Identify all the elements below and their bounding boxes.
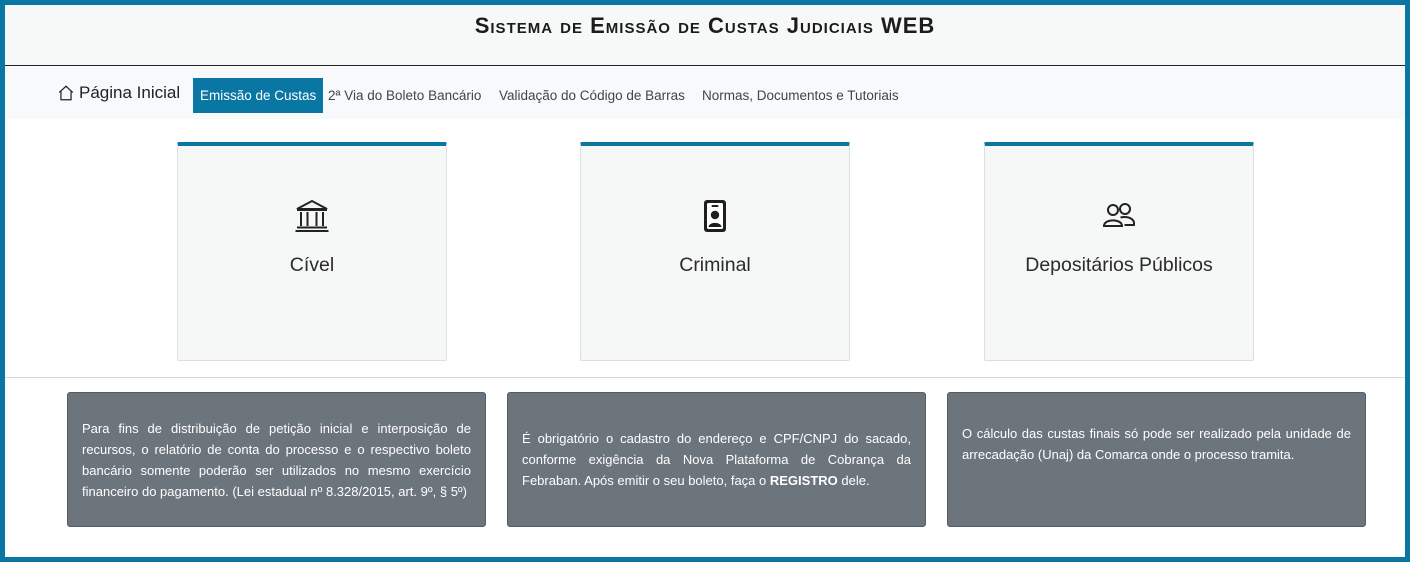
notice-cadastro-text-after: dele. (837, 473, 870, 488)
nav-home-label: Página Inicial (79, 83, 181, 102)
house-icon (57, 84, 75, 102)
notice-cadastro-bold: REGISTRO (769, 473, 838, 488)
section-divider (5, 377, 1405, 378)
person-badge-icon (581, 198, 849, 234)
nav-home-link[interactable]: Página Inicial (57, 81, 180, 105)
card-depositarios-publicos[interactable]: Depositários Públicos (984, 142, 1254, 361)
notice-cadastro-text: É obrigatório o cadastro do endereço e C… (522, 428, 911, 491)
notice-cadastro-cpf: É obrigatório o cadastro do endereço e C… (507, 392, 926, 527)
main-navbar: Página Inicial Emissão de Custas 2ª Via … (5, 67, 1405, 119)
card-civel[interactable]: Cível (177, 142, 447, 361)
people-icon (985, 198, 1253, 234)
nav-item-emissao-de-custas[interactable]: Emissão de Custas (193, 78, 324, 113)
page-title: Sistema de Emissão de Custas Judiciais W… (474, 13, 936, 38)
notice-calculo-custas: O cálculo das custas finais só pode ser … (947, 392, 1366, 527)
bank-icon (178, 198, 446, 234)
nav-item-validacao-codigo-barras[interactable]: Validação do Código de Barras (499, 78, 685, 113)
card-criminal[interactable]: Criminal (580, 142, 850, 361)
card-civel-label: Cível (289, 254, 335, 276)
notice-distribuicao-text: Para fins de distribuição de petição ini… (82, 420, 471, 499)
notice-calculo-text: O cálculo das custas finais só pode ser … (962, 425, 1351, 462)
nav-item-segunda-via-boleto[interactable]: 2ª Via do Boleto Bancário (328, 78, 481, 113)
card-depositarios-label: Depositários Públicos (1025, 254, 1213, 276)
card-criminal-label: Criminal (679, 254, 751, 276)
app-frame: Sistema de Emissão de Custas Judiciais W… (0, 0, 1410, 562)
notice-distribuicao: Para fins de distribuição de petição ini… (67, 392, 486, 527)
page-header: Sistema de Emissão de Custas Judiciais W… (5, 5, 1405, 66)
nav-item-normas-documentos[interactable]: Normas, Documentos e Tutoriais (702, 78, 899, 113)
